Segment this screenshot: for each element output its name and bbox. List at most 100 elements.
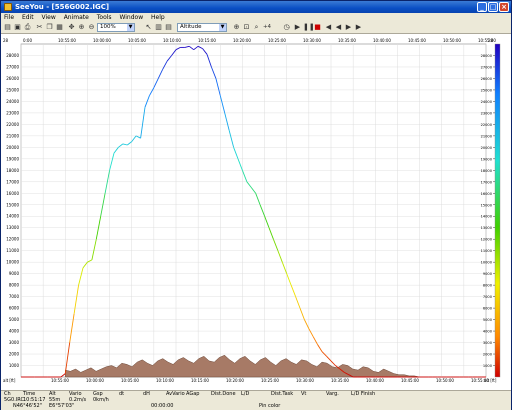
x-bottom-tick-label: 10:35:00 xyxy=(331,378,349,383)
menu-window[interactable]: Window xyxy=(116,13,146,22)
pause-icon[interactable]: ❚❚ xyxy=(303,23,315,32)
y-left-top-label: 28 xyxy=(3,38,9,43)
x-bottom-tick-label: 10:50:00 xyxy=(436,378,454,383)
y-right-tick-label: 14000 xyxy=(481,215,493,219)
step-back-icon[interactable]: ◀ xyxy=(334,23,343,32)
y-tick-label: 17000 xyxy=(6,179,19,184)
x-top-tick-label: 10:10:00 xyxy=(163,38,181,43)
graph-icon[interactable]: ▥ xyxy=(154,23,163,32)
open-icon[interactable]: ▤ xyxy=(3,23,12,32)
y-right-tick-label: 27000 xyxy=(481,65,493,69)
fast-forward-icon[interactable]: ▶ xyxy=(354,23,363,32)
cut-icon[interactable]: ✂ xyxy=(35,23,44,32)
zoom-select-value: 100% xyxy=(100,24,116,30)
y-right-tick-label: 20000 xyxy=(481,146,493,150)
y-right-tick-label: 8000 xyxy=(483,284,493,288)
clock-icon[interactable]: ◷ xyxy=(282,23,291,32)
x-top-tick-label: 10:00:00 xyxy=(93,38,111,43)
y-tick-label: 23000 xyxy=(6,110,19,115)
zoom-fit-icon[interactable]: ⊡ xyxy=(242,23,251,32)
altitude-chart-svg[interactable]: 1000 2000 3000 4000 5000 6000 7000 8000 9000 1000… xyxy=(1,34,511,390)
y-tick-label: 5000 xyxy=(9,317,20,322)
y-tick-label: 11000 xyxy=(6,248,19,253)
paste-icon[interactable]: ▦ xyxy=(55,23,64,32)
close-button[interactable]: × xyxy=(499,2,509,12)
y-right-tick-label: 24000 xyxy=(481,100,493,104)
y-tick-label: 18000 xyxy=(6,168,19,173)
y-right-unit-label: alt [ft] xyxy=(484,378,497,383)
y-right-tick-label: 15000 xyxy=(481,203,493,207)
play-icon[interactable]: ▶ xyxy=(293,23,302,32)
y-right-tick-label: 9000 xyxy=(483,272,493,276)
y-right-tick-label: 23000 xyxy=(481,111,493,115)
menu-bar: File Edit View Animate Tools Window Help xyxy=(1,13,511,22)
y-right-tick-label: 3000 xyxy=(483,341,493,345)
y-tick-label: 25000 xyxy=(6,87,19,92)
menu-file[interactable]: File xyxy=(1,13,17,22)
print-icon[interactable]: ⎙ xyxy=(23,23,32,32)
y-tick-label: 24000 xyxy=(6,99,19,104)
x-top-tick-label: 10:30:00 xyxy=(303,38,321,43)
y-tick-label: 14000 xyxy=(6,214,19,219)
stop-icon[interactable]: ■ xyxy=(313,23,322,32)
status-position-1: E6°57'03" xyxy=(49,403,75,409)
time-zoom-icon[interactable]: ⌕ xyxy=(252,23,261,32)
status-position-3: Pin color xyxy=(259,403,281,409)
plot-frame xyxy=(20,43,487,378)
minimize-button[interactable]: _ xyxy=(477,2,487,12)
y-right-tick-label: 13000 xyxy=(481,226,493,230)
chevron-down-icon: ▼ xyxy=(127,24,134,31)
menu-edit[interactable]: Edit xyxy=(19,13,37,22)
altitude-chart[interactable]: 1000 2000 3000 4000 5000 6000 7000 8000 9000 1000… xyxy=(1,34,511,390)
x-top-tick-label: 10:55:00 xyxy=(58,38,76,43)
channel-select[interactable]: Altitude ▼ xyxy=(177,23,227,32)
y-tick-label: 8000 xyxy=(9,283,20,288)
menu-tools[interactable]: Tools xyxy=(94,13,115,22)
y-right-tick-label: 22000 xyxy=(481,123,493,127)
copy-icon[interactable]: ❐ xyxy=(45,23,54,32)
y-tick-label: 20000 xyxy=(6,145,19,150)
zoom-select[interactable]: 100% ▼ xyxy=(97,23,135,32)
save-icon[interactable]: ▣ xyxy=(13,23,22,32)
zoom-in-icon[interactable]: ⊕ xyxy=(77,23,86,32)
x-bottom-tick-label: 10:00:00 xyxy=(86,378,104,383)
zoom-graph-icon[interactable]: ⊕ xyxy=(232,23,241,32)
status-position-row: N46°46'52" E6°57'03" 00:00:00 Pin color xyxy=(1,403,511,409)
menu-view[interactable]: View xyxy=(39,13,59,22)
x-top-tick-label: 10:45:00 xyxy=(408,38,426,43)
y-tick-label: 19000 xyxy=(6,156,19,161)
step-forward-icon[interactable]: ▶ xyxy=(344,23,353,32)
pointer-help-icon[interactable]: ↖ xyxy=(144,23,153,32)
y-tick-label: 2000 xyxy=(9,352,20,357)
maximize-button[interactable]: □ xyxy=(488,2,498,12)
x-bottom-tick-label: 10:20:00 xyxy=(226,378,244,383)
x-top-tick-label: 10:25:00 xyxy=(268,38,286,43)
y-right-tick-label: 16000 xyxy=(481,192,493,196)
window-title: SeeYou - [556G002.IGC] xyxy=(15,3,110,11)
x-top-tick-label: 10:15:00 xyxy=(198,38,216,43)
title-bar: SeeYou - [556G002.IGC] _ □ × xyxy=(1,1,511,13)
y-tick-label: 6000 xyxy=(9,306,20,311)
y-tick-label: 10000 xyxy=(6,260,19,265)
table-icon[interactable]: ▤ xyxy=(164,23,173,32)
zoom-out-icon[interactable]: ⊖ xyxy=(87,23,96,32)
y-right-tick-label: 4000 xyxy=(483,330,493,334)
y-tick-label: 13000 xyxy=(6,225,19,230)
rewind-icon[interactable]: ◀ xyxy=(324,23,333,32)
status-bar: Ch Time Alt Vario Gsp dt dH AvVario AGap Dist.Don… xyxy=(1,390,511,410)
y-tick-label: 26000 xyxy=(6,76,19,81)
x-bottom-tick-label: 10:05:00 xyxy=(121,378,139,383)
x-top-tick-label: 10:40:00 xyxy=(373,38,391,43)
menu-animate[interactable]: Animate xyxy=(61,13,92,22)
y-right-tick-label: 2000 xyxy=(483,353,493,357)
x-top-tick-label: 10:50:00 xyxy=(443,38,461,43)
y-right-tick-label: 12000 xyxy=(481,238,493,242)
menu-help[interactable]: Help xyxy=(148,13,168,22)
y-left-unit-label: alt [ft] xyxy=(3,378,16,383)
status-position-2: 00:00:00 xyxy=(151,403,174,409)
x-bottom-tick-label: 10:30:00 xyxy=(296,378,314,383)
x-top-tick-label: 10:20:00 xyxy=(233,38,251,43)
move-icon[interactable]: ✥ xyxy=(67,23,76,32)
speed-label: +4 xyxy=(262,24,272,30)
y-right-tick-label: 21000 xyxy=(481,134,493,138)
